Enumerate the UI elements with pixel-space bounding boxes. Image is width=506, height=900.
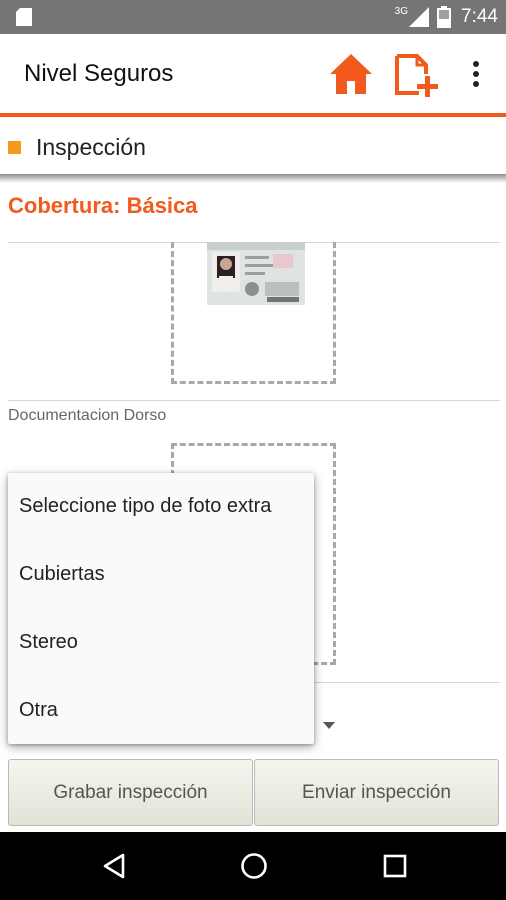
spinner-dropdown-icon[interactable] xyxy=(323,722,335,729)
system-nav-bar xyxy=(0,832,506,900)
coverage-label-text: Cobertura: xyxy=(8,193,121,218)
id-card-photo xyxy=(207,242,305,305)
coverage-value: Básica xyxy=(126,193,198,218)
section-header: Inspección xyxy=(0,117,506,177)
recents-icon[interactable] xyxy=(383,854,407,878)
extra-photo-type-popup: Seleccione tipo de foto extra Cubiertas … xyxy=(8,473,314,744)
section-marker-icon xyxy=(8,141,21,154)
app-bar: Nivel Seguros xyxy=(0,34,506,114)
send-inspection-button[interactable]: Enviar inspección xyxy=(254,759,499,826)
popup-item-stereo[interactable]: Stereo xyxy=(8,609,314,677)
status-time: 7:44 xyxy=(461,6,498,27)
section-shadow xyxy=(0,174,506,183)
divider xyxy=(8,400,500,401)
sd-card-icon xyxy=(16,8,32,26)
front-document-photo-slot[interactable] xyxy=(171,242,336,384)
battery-icon xyxy=(437,6,452,28)
network-type-label: 3G xyxy=(394,5,409,17)
overflow-menu-icon[interactable] xyxy=(466,56,486,92)
home-icon[interactable] xyxy=(328,52,374,96)
save-inspection-button[interactable]: Grabar inspección xyxy=(8,759,253,826)
back-icon[interactable] xyxy=(102,853,126,879)
status-icons: 3G 7:44 xyxy=(395,5,498,29)
section-title: Inspección xyxy=(36,134,146,160)
popup-item-cubiertas[interactable]: Cubiertas xyxy=(8,541,314,609)
popup-item-otra[interactable]: Otra xyxy=(8,676,314,744)
home-circle-icon[interactable] xyxy=(240,852,268,880)
signal-icon xyxy=(409,7,430,27)
add-page-icon[interactable] xyxy=(393,50,439,98)
back-document-label: Documentacion Dorso xyxy=(8,407,167,424)
coverage-label: Cobertura: Básica xyxy=(8,193,198,219)
app-title: Nivel Seguros xyxy=(24,60,174,87)
status-bar: 3G 7:44 xyxy=(0,0,506,34)
popup-item-prompt[interactable]: Seleccione tipo de foto extra xyxy=(8,473,314,541)
